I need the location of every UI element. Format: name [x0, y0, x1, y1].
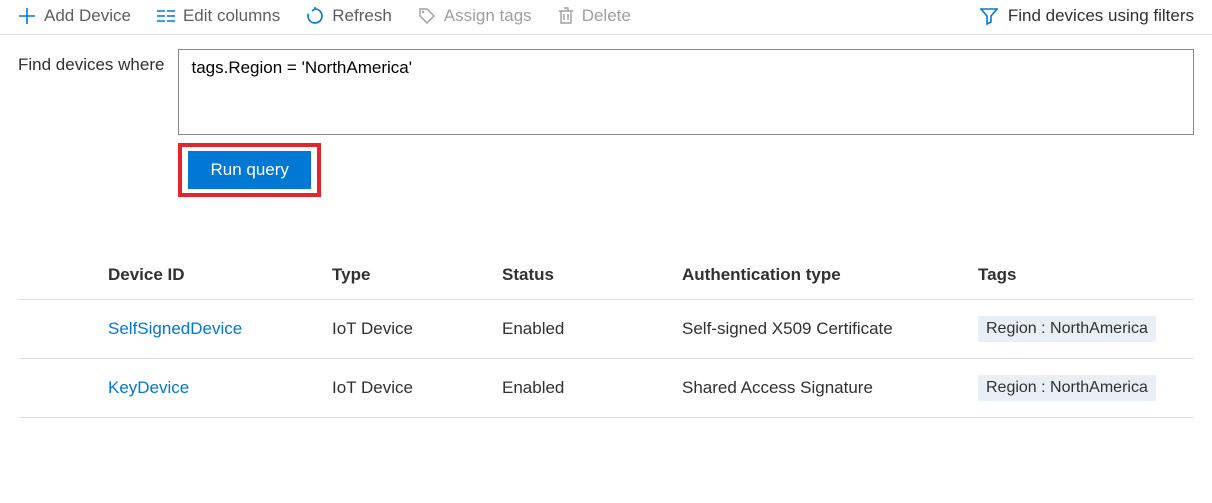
col-device-id[interactable]: Device ID	[108, 251, 332, 300]
cell-auth: Shared Access Signature	[682, 359, 978, 418]
query-row: Find devices where Run query	[0, 35, 1212, 197]
find-filters-button[interactable]: Find devices using filters	[980, 6, 1194, 26]
run-query-button[interactable]: Run query	[188, 151, 310, 189]
refresh-label: Refresh	[332, 6, 392, 26]
device-link[interactable]: KeyDevice	[108, 378, 189, 397]
table-row[interactable]: SelfSignedDevice IoT Device Enabled Self…	[18, 300, 1194, 359]
table-header-row: Device ID Type Status Authentication typ…	[18, 251, 1194, 300]
col-auth[interactable]: Authentication type	[682, 251, 978, 300]
cell-status: Enabled	[502, 300, 682, 359]
columns-icon	[157, 9, 175, 23]
toolbar: Add Device Edit columns Refresh Assign t…	[0, 0, 1212, 35]
results: Device ID Type Status Authentication typ…	[0, 251, 1212, 418]
cell-auth: Self-signed X509 Certificate	[682, 300, 978, 359]
query-input[interactable]	[178, 49, 1194, 135]
tag-badge: Region : NorthAmerica	[978, 375, 1156, 401]
refresh-icon	[306, 7, 324, 25]
cell-status: Enabled	[502, 359, 682, 418]
assign-tags-button: Assign tags	[418, 6, 532, 26]
run-query-highlight: Run query	[178, 143, 320, 197]
col-status[interactable]: Status	[502, 251, 682, 300]
col-tags[interactable]: Tags	[978, 251, 1194, 300]
refresh-button[interactable]: Refresh	[306, 6, 392, 26]
plus-icon	[18, 7, 36, 25]
devices-table: Device ID Type Status Authentication typ…	[18, 251, 1194, 418]
tag-badge: Region : NorthAmerica	[978, 316, 1156, 342]
add-device-label: Add Device	[44, 6, 131, 26]
toolbar-left: Add Device Edit columns Refresh Assign t…	[18, 6, 980, 26]
query-label: Find devices where	[18, 49, 164, 197]
col-type[interactable]: Type	[332, 251, 502, 300]
filter-icon	[980, 7, 998, 25]
trash-icon	[558, 7, 574, 25]
device-link[interactable]: SelfSignedDevice	[108, 319, 242, 338]
add-device-button[interactable]: Add Device	[18, 6, 131, 26]
edit-columns-label: Edit columns	[183, 6, 280, 26]
cell-type: IoT Device	[332, 300, 502, 359]
tag-icon	[418, 7, 436, 25]
edit-columns-button[interactable]: Edit columns	[157, 6, 280, 26]
delete-label: Delete	[582, 6, 631, 26]
delete-button: Delete	[558, 6, 631, 26]
cell-type: IoT Device	[332, 359, 502, 418]
find-filters-label: Find devices using filters	[1008, 6, 1194, 26]
table-row[interactable]: KeyDevice IoT Device Enabled Shared Acce…	[18, 359, 1194, 418]
assign-tags-label: Assign tags	[444, 6, 532, 26]
